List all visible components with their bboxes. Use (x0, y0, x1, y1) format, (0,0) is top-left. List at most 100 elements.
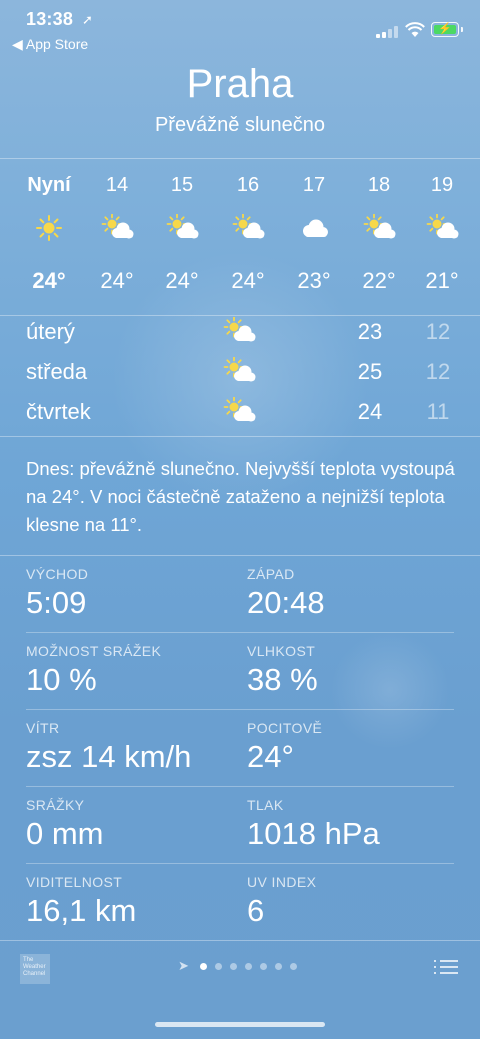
hourly-item: 14 24° (87, 172, 147, 293)
weather-channel-logo-text: The Weather Channel (23, 957, 46, 977)
detail-divider (26, 632, 454, 633)
partly-cloudy-icon (165, 213, 199, 242)
current-condition: Převážně slunečno (154, 114, 326, 136)
hour-temperature: 24° (100, 268, 134, 293)
daily-row: úterý 23 12 (0, 313, 480, 353)
page-dot[interactable] (230, 963, 237, 970)
detail-label: VIDITELNOST (26, 874, 123, 890)
page-dot[interactable] (200, 963, 207, 970)
hour-label: 16 (236, 174, 260, 196)
hour-temperature: 21° (425, 268, 459, 293)
day-name: středa (26, 359, 88, 384)
partly-cloudy-icon (222, 356, 258, 385)
detail-label: ZÁPAD (247, 566, 295, 582)
day-low-temp: 12 (425, 359, 451, 384)
hourly-item: 15 24° (152, 172, 212, 293)
detail-label: UV INDEX (247, 874, 317, 890)
hour-temperature: 24° (32, 268, 66, 293)
daily-summary: Dnes: převážně slunečno. Nejvyšší teplot… (26, 458, 455, 535)
page-dot[interactable] (290, 963, 297, 970)
hour-temperature: 23° (297, 268, 331, 293)
back-to-app-store-link[interactable]: ◀ App Store (12, 36, 88, 53)
day-low-temp: 11 (426, 399, 450, 424)
detail-value: 16,1 km (26, 893, 137, 928)
signal-icon (376, 26, 398, 38)
city-name: Praha (186, 62, 294, 106)
location-arrow-icon: ➚ (82, 12, 93, 27)
hour-temperature: 24° (231, 268, 265, 293)
detail-label: MOŽNOST SRÁŽEK (26, 643, 162, 659)
battery-icon: ⚡ (431, 22, 463, 37)
detail-cell: VÍTR zsz 14 km/h (26, 720, 236, 775)
home-indicator[interactable] (155, 1022, 325, 1027)
detail-value: 5:09 (26, 585, 87, 620)
hourly-item: 16 24° (218, 172, 278, 293)
detail-label: SRÁŽKY (26, 797, 85, 813)
hour-label: 15 (170, 174, 194, 196)
day-high-temp: 23 (357, 319, 383, 344)
detail-cell: VÝCHOD 5:09 (26, 566, 236, 621)
divider (0, 555, 480, 556)
status-bar: 13:38 ➚ ◀ App Store ⚡ (0, 0, 480, 56)
detail-value: 24° (247, 739, 294, 774)
detail-label: POCITOVĚ (247, 720, 323, 736)
page-dot[interactable] (245, 963, 252, 970)
detail-cell: TLAK 1018 hPa (247, 797, 457, 852)
hourly-item: 19 21° (412, 172, 472, 293)
page-dot[interactable] (260, 963, 267, 970)
partly-cloudy-icon (222, 316, 258, 345)
hour-label: 17 (302, 174, 326, 196)
partly-cloudy-icon (362, 213, 396, 242)
detail-label: VÍTR (26, 720, 60, 736)
day-high-temp: 25 (357, 359, 383, 384)
detail-label: TLAK (247, 797, 284, 813)
hourly-item: 18 22° (349, 172, 409, 293)
partly-cloudy-icon (425, 213, 459, 242)
detail-cell: POCITOVĚ 24° (247, 720, 457, 775)
status-time: 13:38 (26, 9, 74, 29)
partly-cloudy-icon (100, 213, 134, 242)
city-list-icon[interactable] (434, 958, 458, 976)
detail-divider (26, 709, 454, 710)
detail-value: 20:48 (247, 585, 325, 620)
detail-cell: VLHKOST 38 % (247, 643, 457, 698)
day-high-temp: 24 (357, 399, 383, 424)
day-low-temp: 12 (425, 319, 451, 344)
detail-cell: ZÁPAD 20:48 (247, 566, 457, 621)
detail-cell: VIDITELNOST 16,1 km (26, 874, 236, 929)
daily-row: středa 25 12 (0, 353, 480, 393)
detail-cell: SRÁŽKY 0 mm (26, 797, 236, 852)
detail-label: VLHKOST (247, 643, 316, 659)
weather-channel-logo[interactable]: The Weather Channel (20, 954, 50, 984)
partly-cloudy-icon (222, 396, 258, 425)
day-name: úterý (26, 319, 75, 344)
hour-temperature: 24° (165, 268, 199, 293)
divider (0, 158, 480, 159)
detail-label: VÝCHOD (26, 566, 89, 582)
detail-value: 0 mm (26, 816, 104, 851)
hourly-item: 17 23° (284, 172, 344, 293)
hour-label: 19 (430, 174, 454, 196)
daily-row: čtvrtek 24 11 (0, 393, 480, 433)
day-name: čtvrtek (26, 399, 91, 424)
cloud-icon (297, 214, 331, 242)
wifi-icon (405, 22, 425, 37)
divider (0, 436, 480, 437)
page-dot[interactable] (275, 963, 282, 970)
detail-value: 6 (247, 893, 265, 928)
detail-divider (26, 863, 454, 864)
detail-value: 10 % (26, 662, 97, 697)
page-dot[interactable] (215, 963, 222, 970)
current-location-arrow-icon: ➤ (178, 958, 189, 973)
detail-value: zsz 14 km/h (26, 739, 192, 774)
hour-label: 14 (105, 174, 129, 196)
hour-label: 18 (367, 174, 391, 196)
hour-label: Nyní (27, 174, 71, 196)
partly-cloudy-icon (231, 213, 265, 242)
detail-cell: UV INDEX 6 (247, 874, 457, 929)
hour-temperature: 22° (362, 268, 396, 293)
detail-divider (26, 786, 454, 787)
detail-value: 1018 hPa (247, 816, 380, 851)
detail-value: 38 % (247, 662, 318, 697)
sun-icon (32, 214, 66, 242)
